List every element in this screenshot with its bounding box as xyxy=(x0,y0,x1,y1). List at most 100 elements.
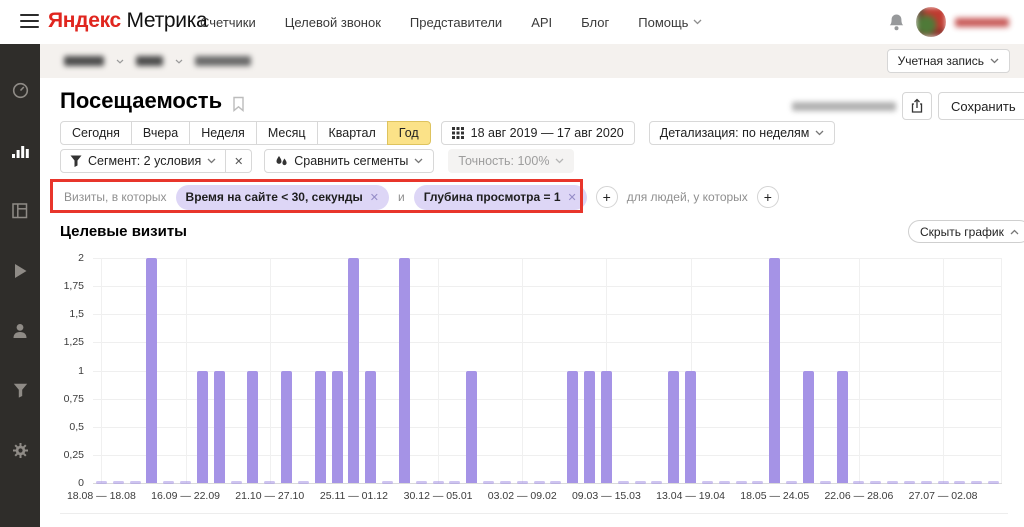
zero-value-dash xyxy=(887,481,898,484)
export-button[interactable] xyxy=(902,92,932,120)
nav-item-4[interactable]: API xyxy=(531,15,552,30)
zero-value-dash xyxy=(853,481,864,484)
top-header: Яндекс Метрика Счетчики Целевой звонок Пре… xyxy=(0,0,1024,44)
bar-week-06.04 — 12.04 xyxy=(668,371,679,484)
nav-item-1[interactable]: Счетчики xyxy=(200,15,256,30)
zero-value-dash xyxy=(264,481,275,484)
zero-value-dash xyxy=(231,481,242,484)
gridline-v xyxy=(522,258,523,483)
y-axis-label: 0,5 xyxy=(0,421,84,433)
bar-week-16.12 — 22.12 xyxy=(399,258,410,483)
x-axis-label: 03.02 — 09.02 xyxy=(488,490,557,502)
bar-week-09.03 — 15.03 xyxy=(601,371,612,484)
avatar[interactable] xyxy=(916,7,946,37)
save-button[interactable]: Сохранить xyxy=(938,92,1024,120)
sidebar-item-speedometer[interactable] xyxy=(11,84,29,102)
zero-value-dash xyxy=(500,481,511,484)
breadcrumb-item-redacted[interactable] xyxy=(136,56,163,66)
bell-icon[interactable] xyxy=(888,13,905,32)
zero-value-dash xyxy=(382,481,393,484)
nav-item-5[interactable]: Блог xyxy=(581,15,609,30)
zero-value-dash xyxy=(449,481,460,484)
date-range-button[interactable]: 18 авг 2019 — 17 авг 2020 xyxy=(441,121,635,145)
x-axis-label: 09.03 — 15.03 xyxy=(572,490,641,502)
segment-button[interactable]: Сегмент: 2 условия xyxy=(60,149,226,173)
x-axis-label: 25.11 — 01.12 xyxy=(320,490,388,502)
layout-icon xyxy=(12,203,28,224)
remove-condition-icon[interactable]: ✕ xyxy=(568,191,577,204)
account-button[interactable]: Учетная запись xyxy=(887,49,1010,73)
breadcrumb-item-redacted[interactable] xyxy=(64,56,104,66)
detalization-dropdown[interactable]: Детализация: по неделям xyxy=(649,121,836,145)
bar-week-02.03 — 08.03 xyxy=(584,371,595,484)
period-button-5[interactable]: Квартал xyxy=(317,121,388,145)
zero-value-dash xyxy=(988,481,999,484)
segment-button-label: Сегмент: 2 условия xyxy=(88,154,201,168)
zero-value-dash xyxy=(651,481,662,484)
period-button-group: СегодняВчераНеделяМесяцКварталГод xyxy=(60,121,431,145)
compare-segments-icon xyxy=(275,155,288,168)
period-button-1[interactable]: Сегодня xyxy=(60,121,132,145)
x-axis-label: 30.12 — 05.01 xyxy=(404,490,473,502)
chevron-down-icon xyxy=(815,130,824,136)
condition-chip-label: Время на сайте < 30, секунды xyxy=(186,190,363,204)
add-visit-condition-button[interactable]: + xyxy=(596,186,618,208)
zero-value-dash xyxy=(416,481,427,484)
bar-week-24.02 — 01.03 xyxy=(567,371,578,484)
compare-segments-button[interactable]: Сравнить сегменты xyxy=(264,149,434,173)
y-axis-label: 1,75 xyxy=(0,280,84,292)
chart-plot-area xyxy=(93,258,1002,483)
bar-week-13.04 — 19.04 xyxy=(685,371,696,484)
zero-value-dash xyxy=(971,481,982,484)
condition-chip-time-on-site[interactable]: Время на сайте < 30, секунды ✕ xyxy=(176,185,389,210)
gridline-v xyxy=(438,258,439,483)
accuracy-dropdown[interactable]: Точность: 100% xyxy=(448,149,574,173)
nav-item-2[interactable]: Целевой звонок xyxy=(285,15,381,30)
chevron-down-icon xyxy=(693,19,702,25)
funnel-icon xyxy=(70,155,82,167)
gridline-h xyxy=(93,286,1002,287)
gridline-v xyxy=(101,258,102,483)
period-button-2[interactable]: Вчера xyxy=(131,121,190,145)
chevron-down-icon xyxy=(207,158,216,164)
bookmark-icon[interactable] xyxy=(232,96,245,117)
hide-chart-button[interactable]: Скрыть график xyxy=(908,220,1024,243)
segment-clear-button[interactable]: ✕ xyxy=(226,149,252,173)
logo[interactable]: Яндекс Метрика xyxy=(48,9,207,33)
sidebar-item-layout[interactable] xyxy=(11,204,29,222)
y-axis-label: 2 xyxy=(0,252,84,264)
sidebar-item-reports[interactable] xyxy=(11,144,29,162)
gridline-h xyxy=(93,455,1002,456)
date-range-label: 18 авг 2019 — 17 авг 2020 xyxy=(471,126,624,140)
chevron-down-icon xyxy=(990,58,999,64)
logo-brand: Яндекс xyxy=(48,9,121,32)
zero-value-dash xyxy=(635,481,646,484)
condition-chip-page-depth[interactable]: Глубина просмотра = 1 ✕ xyxy=(414,185,587,210)
help-label: Помощь xyxy=(638,15,688,30)
nav-item-help[interactable]: Помощь xyxy=(638,15,702,30)
period-button-6[interactable]: Год xyxy=(387,121,431,145)
zero-value-dash xyxy=(618,481,629,484)
y-axis-label: 0 xyxy=(0,477,84,489)
period-button-4[interactable]: Месяц xyxy=(256,121,318,145)
bar-week-14.10 — 20.10 xyxy=(247,371,258,484)
zero-value-dash xyxy=(130,481,141,484)
period-button-3[interactable]: Неделя xyxy=(189,121,257,145)
gridline-h xyxy=(93,342,1002,343)
chart-bottom-divider xyxy=(60,513,1008,514)
remove-condition-icon[interactable]: ✕ xyxy=(370,191,379,204)
bar-week-18.11 — 24.11 xyxy=(332,371,343,484)
nav-item-3[interactable]: Представители xyxy=(410,15,502,30)
breadcrumb-item-redacted[interactable] xyxy=(195,56,251,66)
add-user-condition-button[interactable]: + xyxy=(757,186,779,208)
bar-week-02.12 — 08.12 xyxy=(365,371,376,484)
x-axis-label: 13.04 — 19.04 xyxy=(656,490,725,502)
segment-conditions-row: Визиты, в которых Время на сайте < 30, с… xyxy=(64,184,779,210)
zero-value-dash xyxy=(483,481,494,484)
x-axis-label: 22.06 — 28.06 xyxy=(824,490,893,502)
hamburger-menu-icon[interactable] xyxy=(20,14,39,29)
gridline-h xyxy=(93,483,1002,484)
hide-chart-label: Скрыть график xyxy=(920,225,1004,239)
breadcrumb xyxy=(64,56,251,66)
gridline-h xyxy=(93,371,1002,372)
